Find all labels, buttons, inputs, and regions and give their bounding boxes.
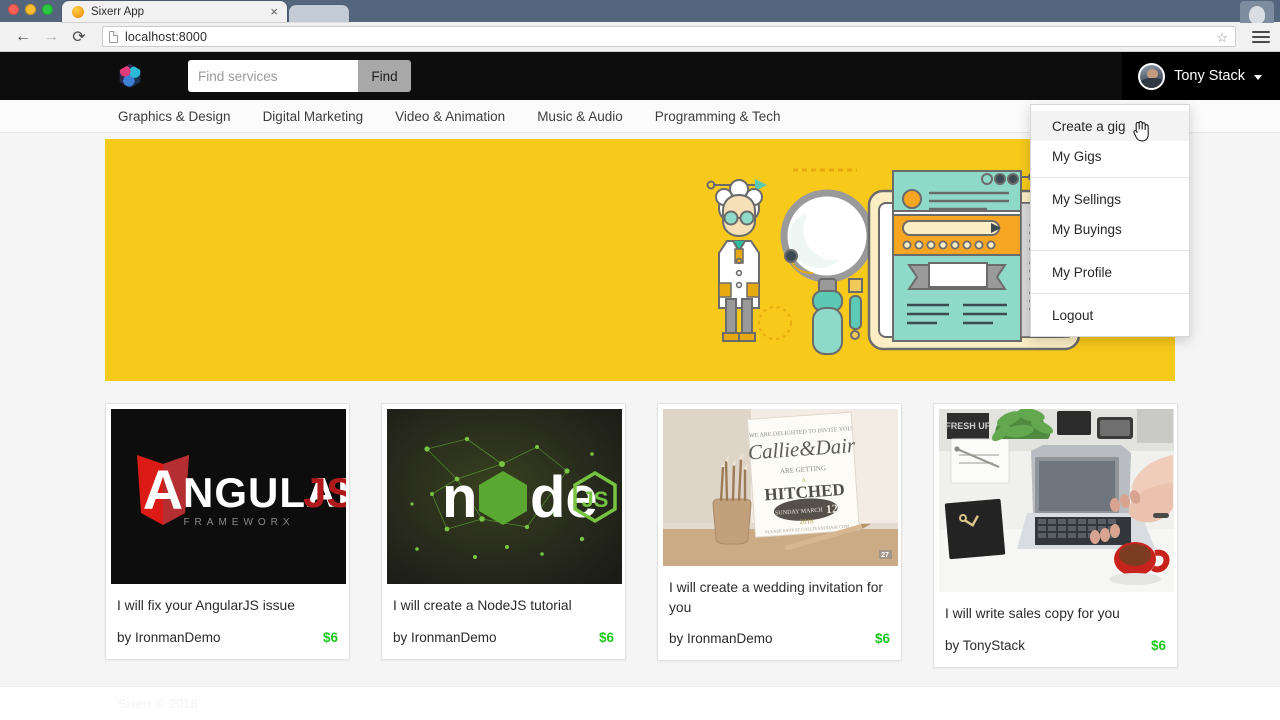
menu-item-my-profile[interactable]: My Profile xyxy=(1031,257,1189,287)
gig-card-body: I will create a NodeJS tutorial by Ironm… xyxy=(387,584,620,659)
back-icon[interactable]: ← xyxy=(10,25,36,49)
svg-text:JS: JS xyxy=(303,469,346,516)
svg-text:FRESH UP: FRESH UP xyxy=(945,421,991,431)
avatar xyxy=(1138,62,1166,90)
laptop-desk-photo-thumbnail: FRESH UP xyxy=(939,409,1174,592)
svg-text:27: 27 xyxy=(881,552,889,559)
gig-card[interactable]: FRESH UP I will write sales copy for you… xyxy=(933,403,1178,668)
minimize-window-button[interactable] xyxy=(25,4,36,15)
nav-item-digital-marketing[interactable]: Digital Marketing xyxy=(263,109,364,124)
gig-seller: by IronmanDemo xyxy=(393,630,497,645)
menu-divider xyxy=(1031,293,1189,294)
svg-text:n: n xyxy=(442,465,477,530)
browser-titlebar: Sixerr App × xyxy=(0,0,1280,23)
gig-price: $6 xyxy=(1150,638,1166,653)
footer-copyright: Sixerr © 2018 xyxy=(118,696,198,711)
menu-item-create-a-gig[interactable]: Create a gig xyxy=(1031,111,1189,141)
chevron-down-icon xyxy=(1254,74,1262,80)
gig-title: I will create a NodeJS tutorial xyxy=(393,598,572,613)
gig-card-body: I will write sales copy for you by TonyS… xyxy=(939,592,1172,667)
close-window-button[interactable] xyxy=(8,4,19,15)
new-tab-button[interactable] xyxy=(289,5,349,22)
gig-cards-row: A NGULAR JS FRAMEWORX I will fix your An… xyxy=(105,403,1178,668)
favicon-icon xyxy=(72,5,84,18)
site-footer: Sixerr © 2018 xyxy=(0,686,1280,720)
gig-meta: by IronmanDemo $6 xyxy=(669,631,890,646)
nodejs-logo-thumbnail: n de JS xyxy=(387,409,622,584)
gig-card-body: I will create a wedding invitation for y… xyxy=(663,566,896,660)
url-text: localhost:8000 xyxy=(125,29,208,44)
maximize-window-button[interactable] xyxy=(42,4,53,15)
svg-text:JS: JS xyxy=(582,487,609,512)
svg-text:FRAMEWORX: FRAMEWORX xyxy=(183,517,294,528)
user-dropdown-menu: Create a gig My Gigs My Sellings My Buyi… xyxy=(1030,104,1190,337)
browser-toolbar: ← → ⟳ localhost:8000 ☆ xyxy=(0,22,1280,52)
gig-seller: by IronmanDemo xyxy=(117,630,221,645)
menu-item-my-gigs[interactable]: My Gigs xyxy=(1031,141,1189,171)
menu-divider xyxy=(1031,250,1189,251)
angularjs-logo-thumbnail: A NGULAR JS FRAMEWORX xyxy=(111,409,346,584)
gig-seller: by TonyStack xyxy=(945,638,1026,653)
browser-tab-strip: Sixerr App × xyxy=(62,1,349,22)
svg-text:2018: 2018 xyxy=(799,517,814,526)
menu-divider xyxy=(1031,177,1189,178)
user-menu-button[interactable]: Tony Stack xyxy=(1122,52,1280,100)
nav-item-video-animation[interactable]: Video & Animation xyxy=(395,109,505,124)
site-header: Find Tony Stack xyxy=(0,52,1280,100)
hero-banner xyxy=(105,139,1175,381)
close-icon[interactable]: × xyxy=(267,5,281,18)
gig-price: $6 xyxy=(322,630,338,645)
svg-text:A: A xyxy=(143,458,183,521)
svg-text:12: 12 xyxy=(825,501,838,516)
gig-meta: by IronmanDemo $6 xyxy=(117,630,338,645)
gig-meta: by TonyStack $6 xyxy=(945,638,1166,653)
gig-card[interactable]: n de JS I will create a NodeJS tutorial … xyxy=(381,403,626,660)
gig-card[interactable]: A NGULAR JS FRAMEWORX I will fix your An… xyxy=(105,403,350,660)
menu-item-my-buyings[interactable]: My Buyings xyxy=(1031,214,1189,244)
find-button[interactable]: Find xyxy=(358,60,411,92)
wedding-invitation-photo-thumbnail: WE ARE DELIGHTED TO INVITE YOU Callie&Da… xyxy=(663,409,898,566)
user-name-label: Tony Stack xyxy=(1174,68,1245,84)
gig-title: I will write sales copy for you xyxy=(945,606,1120,621)
search-input[interactable] xyxy=(188,60,358,92)
browser-profile-avatar[interactable] xyxy=(1240,1,1274,23)
browser-tab[interactable]: Sixerr App × xyxy=(62,1,287,22)
gig-title: I will fix your AngularJS issue xyxy=(117,598,295,613)
bookmark-star-icon[interactable]: ☆ xyxy=(1216,30,1228,46)
sixerr-logo-icon[interactable] xyxy=(118,64,142,88)
gig-price: $6 xyxy=(598,630,614,645)
nav-item-programming-tech[interactable]: Programming & Tech xyxy=(655,109,781,124)
gig-card-body: I will fix your AngularJS issue by Ironm… xyxy=(111,584,344,659)
forward-icon[interactable]: → xyxy=(38,25,64,49)
gig-card[interactable]: WE ARE DELIGHTED TO INVITE YOU Callie&Da… xyxy=(657,403,902,662)
page-document-icon xyxy=(109,30,118,43)
search-bar: Find xyxy=(188,60,411,92)
gig-seller: by IronmanDemo xyxy=(669,631,773,647)
nav-item-music-audio[interactable]: Music & Audio xyxy=(537,109,623,124)
reload-icon[interactable]: ⟳ xyxy=(66,25,92,49)
gig-title: I will create a wedding invitation for y… xyxy=(669,580,883,615)
nav-item-graphics-design[interactable]: Graphics & Design xyxy=(118,109,231,124)
address-bar[interactable]: localhost:8000 ☆ xyxy=(102,26,1236,47)
gig-price: $6 xyxy=(874,631,890,647)
menu-item-logout[interactable]: Logout xyxy=(1031,300,1189,330)
window-traffic-lights xyxy=(8,4,53,15)
browser-tab-title: Sixerr App xyxy=(91,5,145,18)
gig-meta: by IronmanDemo $6 xyxy=(393,630,614,645)
hamburger-menu-icon[interactable] xyxy=(1252,30,1270,43)
menu-item-my-sellings[interactable]: My Sellings xyxy=(1031,184,1189,214)
